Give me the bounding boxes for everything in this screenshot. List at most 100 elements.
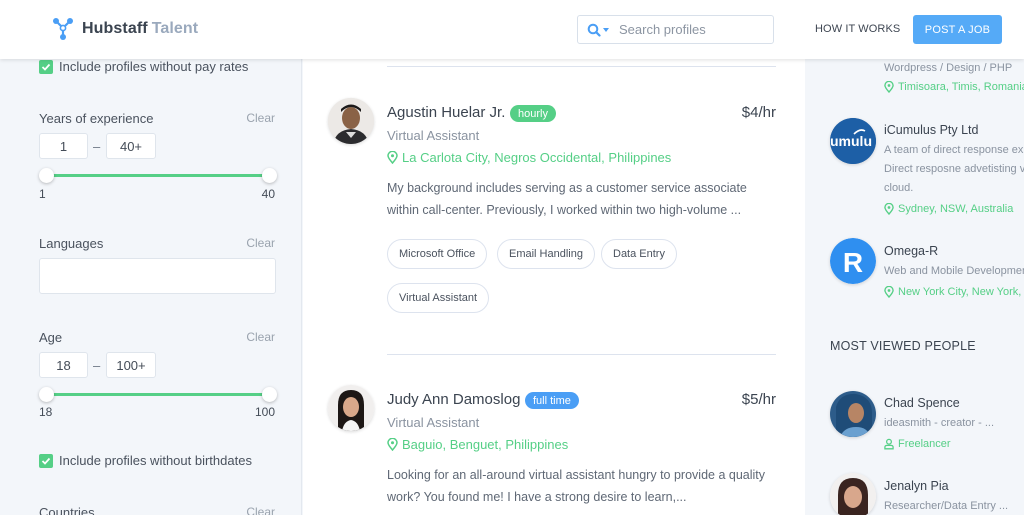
age-slider-max-handle[interactable]: [262, 387, 277, 402]
logo[interactable]: Hubstaff Talent: [52, 17, 198, 41]
engagement-badge: full time: [525, 392, 579, 409]
search-box[interactable]: [577, 15, 774, 44]
range-dash: –: [93, 139, 101, 154]
most-viewed-title: MOST VIEWED PEOPLE: [830, 339, 976, 353]
logo-product: Talent: [151, 20, 199, 37]
experience-max-input[interactable]: 40+: [106, 133, 156, 159]
person-name[interactable]: Chad Spence: [884, 396, 960, 410]
location-pin-icon: [387, 438, 398, 451]
profile-bio: Looking for an all-around virtual assist…: [387, 464, 777, 508]
location-pin-icon: [884, 286, 894, 298]
location-text: Timisoara, Timis, Romania: [898, 81, 1024, 93]
logo-text: Hubstaff Talent: [82, 20, 198, 38]
profile-location: La Carlota City, Negros Occidental, Phil…: [387, 150, 671, 165]
divider: [387, 66, 776, 67]
logo-brand: Hubstaff: [82, 20, 148, 37]
experience-clear-link[interactable]: Clear: [246, 111, 275, 125]
include-no-birthdates-checkbox[interactable]: Include profiles without birthdates: [39, 453, 252, 468]
profile-role: Virtual Assistant: [387, 415, 480, 430]
skill-tag[interactable]: Virtual Assistant: [387, 283, 490, 313]
age-clear-link[interactable]: Clear: [246, 330, 275, 344]
post-job-button[interactable]: POST A JOB: [913, 15, 1002, 44]
profile-list: Agustin Huelar Jr. hourly $4/hr Virtual …: [303, 59, 805, 515]
person-type: Freelancer: [884, 438, 951, 450]
person-desc: Researcher/Data Entry ...: [884, 500, 1009, 512]
checkbox-checked-icon[interactable]: [39, 59, 53, 74]
right-sidebar: Wordpress / Design / PHP Timisoara, Timi…: [806, 59, 1024, 515]
profile-location: Baguio, Benguet, Philippines: [387, 437, 568, 452]
search-icon[interactable]: [587, 23, 601, 37]
location-text: Sydney, NSW, Australia: [898, 203, 1014, 215]
hourly-rate: $5/hr: [741, 391, 776, 408]
chevron-down-icon[interactable]: [603, 27, 609, 32]
bio-line: Looking for an all-around virtual assist…: [387, 468, 765, 482]
include-no-pay-rates-checkbox[interactable]: Include profiles without pay rates: [39, 59, 248, 74]
avatar[interactable]: [328, 385, 374, 431]
company-logo[interactable]: R: [830, 238, 876, 284]
age-min-input[interactable]: 18: [39, 352, 88, 378]
bio-line: work? You found me! I have a strong desi…: [387, 490, 687, 504]
company-name[interactable]: Omega-R: [884, 244, 938, 258]
experience-min-input[interactable]: 1: [39, 133, 88, 159]
languages-label: Languages: [39, 236, 104, 251]
countries-clear-link[interactable]: Clear: [246, 505, 275, 515]
desc-line: Direct resposne advetisting v: [884, 163, 1024, 175]
person-name[interactable]: Jenalyn Pia: [884, 479, 949, 493]
how-it-works-link[interactable]: HOW IT WORKS: [815, 23, 900, 35]
languages-clear-link[interactable]: Clear: [246, 236, 275, 250]
user-icon: [884, 438, 894, 450]
profile-role: Virtual Assistant: [387, 128, 480, 143]
checkbox-label: Include profiles without birthdates: [59, 453, 252, 468]
age-slider-min-handle[interactable]: [39, 387, 54, 402]
person-type-text: Freelancer: [898, 438, 951, 450]
company-location: Timisoara, Timis, Romania: [884, 81, 1024, 93]
checkbox-checked-icon[interactable]: [39, 453, 53, 468]
engagement-badge: hourly: [510, 105, 556, 122]
avatar[interactable]: [830, 473, 876, 515]
experience-label: Years of experience: [39, 111, 154, 126]
bio-line: My background includes serving as a cust…: [387, 181, 747, 195]
age-label: Age: [39, 330, 63, 345]
age-max-input[interactable]: 100+: [106, 352, 156, 378]
location-text: Baguio, Benguet, Philippines: [402, 437, 569, 452]
age-range-min: 18: [39, 405, 53, 419]
profile-name[interactable]: Agustin Huelar Jr.: [387, 104, 505, 121]
company-desc: A team of direct response exp Direct res…: [884, 141, 1024, 198]
hourly-rate: $4/hr: [741, 104, 776, 121]
divider: [387, 354, 776, 355]
languages-input[interactable]: [39, 258, 276, 294]
location-text: New York City, New York, U: [898, 286, 1024, 298]
experience-range-max: 40: [261, 187, 275, 201]
skill-tag[interactable]: Microsoft Office: [387, 239, 488, 269]
filters-sidebar: Include profiles without pay rates Years…: [0, 59, 302, 515]
experience-slider-min-handle[interactable]: [39, 168, 54, 183]
desc-line: cloud.: [884, 182, 914, 194]
experience-range-min: 1: [39, 187, 46, 201]
experience-slider-track[interactable]: [46, 174, 269, 177]
bio-line: within call-center. Previously, I worked…: [387, 203, 742, 217]
search-input[interactable]: [619, 22, 759, 37]
location-text: La Carlota City, Negros Occidental, Phil…: [402, 150, 672, 165]
desc-line: A team of direct response exp: [884, 144, 1024, 156]
company-desc: Wordpress / Design / PHP: [884, 62, 1013, 74]
skill-tag[interactable]: Email Handling: [497, 239, 595, 269]
avatar[interactable]: [830, 391, 876, 437]
company-logo-text: umulu: [830, 133, 872, 149]
company-logo[interactable]: umulu: [830, 118, 876, 164]
skill-tag[interactable]: Data Entry: [601, 239, 677, 269]
countries-label: Countries: [39, 505, 95, 515]
checkbox-label: Include profiles without pay rates: [59, 59, 249, 74]
location-pin-icon: [387, 151, 398, 164]
company-location: New York City, New York, U: [884, 286, 1024, 298]
company-name[interactable]: iCumulus Pty Ltd: [884, 123, 978, 137]
location-pin-icon: [884, 81, 894, 93]
experience-slider-max-handle[interactable]: [262, 168, 277, 183]
range-dash: –: [93, 358, 101, 373]
company-desc: Web and Mobile Developmen: [884, 265, 1024, 277]
profile-name[interactable]: Judy Ann Damoslog: [387, 391, 520, 408]
age-range-max: 100: [254, 405, 275, 419]
avatar[interactable]: [328, 98, 374, 144]
age-slider-track[interactable]: [46, 393, 269, 396]
profile-bio: My background includes serving as a cust…: [387, 177, 777, 221]
hubstaff-logo-icon: [53, 18, 73, 40]
